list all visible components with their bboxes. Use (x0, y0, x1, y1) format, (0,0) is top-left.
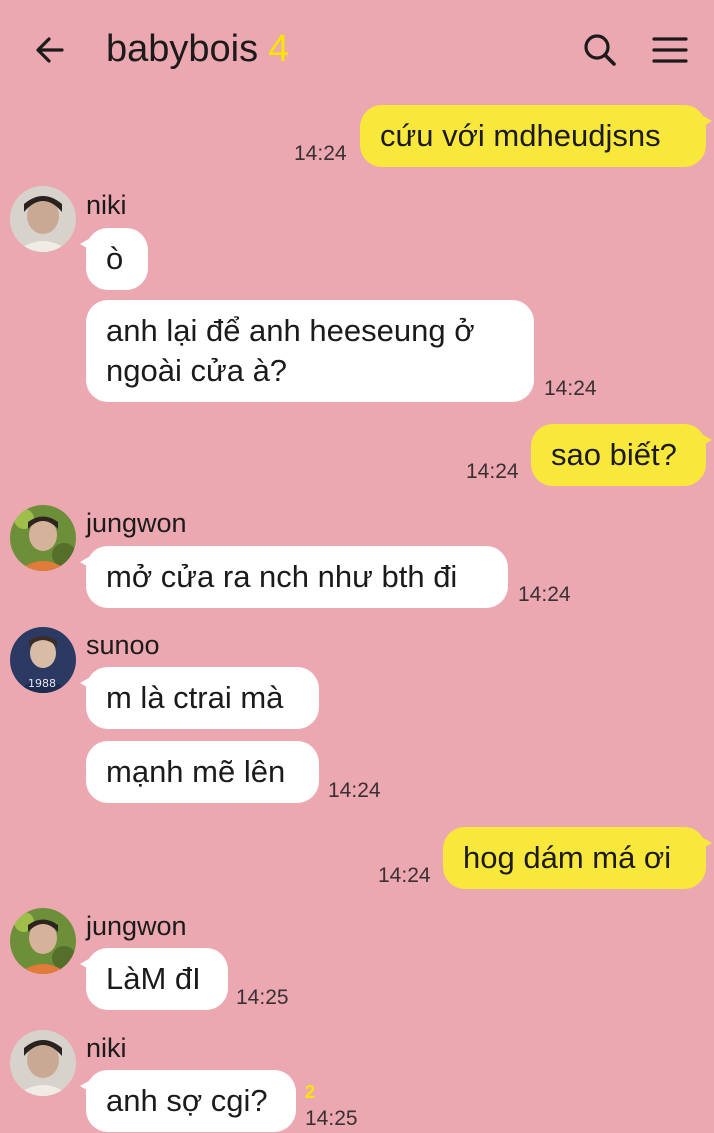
sender-name: sunoo (86, 630, 160, 660)
their-message-bubble[interactable]: LàM đI (80, 948, 228, 1010)
avatar-image (10, 505, 76, 571)
message-text: ò (106, 241, 124, 276)
avatar-image (10, 1030, 76, 1096)
sender-name: jungwon (86, 508, 187, 538)
sender-name: niki (86, 1033, 127, 1063)
avatar-image (10, 186, 76, 252)
message-text: m là ctrai mà (106, 680, 284, 715)
unread-count: 2 (305, 1082, 316, 1102)
sender-name: niki (86, 190, 127, 220)
avatar-image: 1988 (10, 627, 76, 693)
message-text-line: ngoài cửa à? (106, 353, 288, 388)
message-text: hog dám má ơi (463, 840, 672, 875)
their-message-bubble[interactable]: mở cửa ra nch như bth đi (80, 546, 508, 608)
message-time: 14:24 (294, 142, 347, 165)
message-time: 14:24 (518, 583, 571, 606)
their-message-bubble[interactable]: ò (80, 228, 148, 290)
svg-text:1988: 1988 (28, 677, 56, 690)
message-text: mở cửa ra nch như bth đi (106, 559, 458, 594)
my-message-bubble[interactable]: hog dám má ơi (443, 827, 712, 889)
search-icon[interactable] (580, 30, 620, 70)
avatar-sunoo[interactable]: 1988 (10, 627, 76, 693)
their-message-bubble[interactable]: mạnh mẽ lên (86, 741, 319, 803)
their-message-bubble[interactable]: m là ctrai mà (80, 667, 319, 729)
message-text: LàM đI (106, 961, 201, 996)
chat-title[interactable]: babybois 4 (106, 28, 289, 71)
message-text: anh sợ cgi? (106, 1083, 268, 1118)
sender-name: jungwon (86, 911, 187, 941)
chat-header: babybois 4 (0, 0, 714, 100)
avatar-niki[interactable] (10, 186, 76, 252)
message-text: cứu với mdheudjsns (380, 118, 661, 153)
message-text: mạnh mẽ lên (106, 754, 286, 789)
arrow-left-icon[interactable] (30, 30, 70, 70)
their-message-bubble[interactable]: anh sợ cgi? (80, 1070, 296, 1132)
avatar-niki[interactable] (10, 1030, 76, 1096)
member-count: 4 (268, 28, 290, 70)
message-text: sao biết? (551, 437, 677, 472)
message-time: 14:24 (466, 460, 519, 483)
my-message-bubble[interactable]: cứu với mdheudjsns (360, 105, 712, 167)
message-time: 14:24 (328, 779, 381, 802)
hamburger-menu-icon[interactable] (650, 30, 690, 70)
message-text-line: anh lại để anh heeseung ở (106, 313, 475, 348)
chat-room-name: babybois (106, 28, 259, 70)
avatar-jungwon[interactable] (10, 908, 76, 974)
avatar-image (10, 908, 76, 974)
message-time: 14:24 (378, 864, 431, 887)
message-time: 14:25 (236, 986, 289, 1009)
their-message-bubble[interactable]: anh lại để anh heeseung ở ngoài cửa à? (86, 300, 534, 402)
avatar-jungwon[interactable] (10, 505, 76, 571)
my-message-bubble[interactable]: sao biết? (531, 424, 712, 486)
message-time: 14:25 (305, 1107, 358, 1130)
message-time: 14:24 (544, 377, 597, 400)
